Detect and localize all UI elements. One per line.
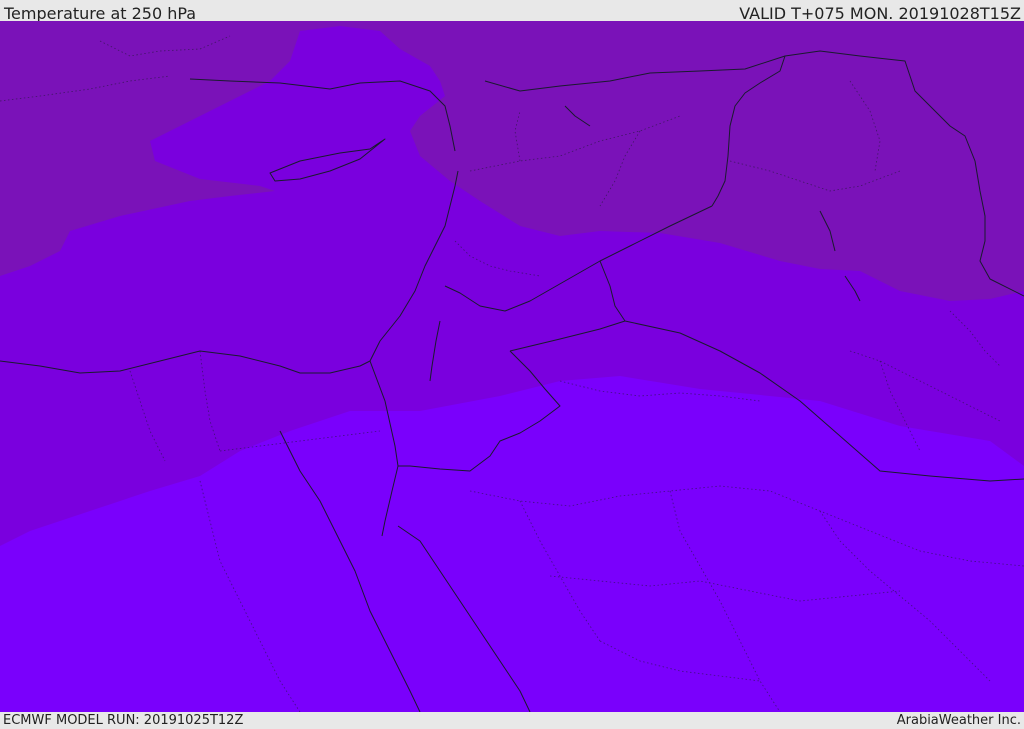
map-canvas xyxy=(0,21,1024,712)
map-header: Temperature at 250 hPa VALID T+075 MON. … xyxy=(0,0,1024,23)
brand-label: ArabiaWeather Inc. xyxy=(896,713,1021,728)
model-run-label: ECMWF MODEL RUN: 20191025T12Z xyxy=(3,713,244,728)
temperature-map[interactable] xyxy=(0,21,1024,712)
map-footer: ECMWF MODEL RUN: 20191025T12Z ArabiaWeat… xyxy=(0,712,1024,729)
